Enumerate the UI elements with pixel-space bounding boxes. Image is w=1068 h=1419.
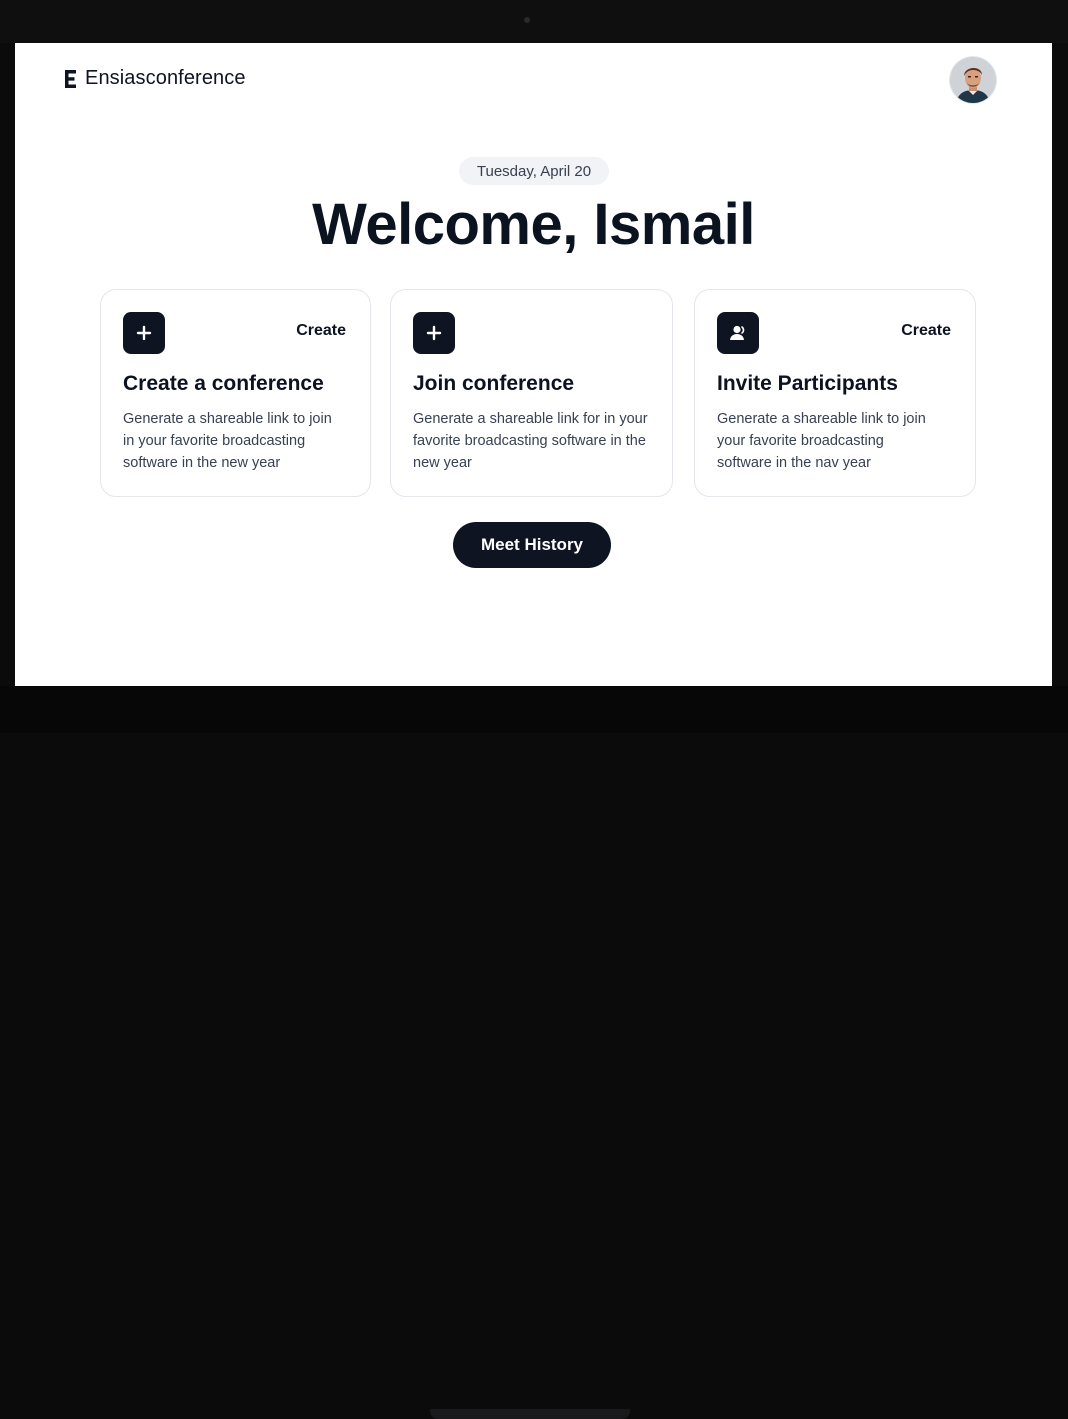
card-title: Create a conference — [123, 372, 324, 395]
card-title: Join conference — [413, 372, 575, 395]
create-conference-action[interactable]: Create — [296, 322, 346, 340]
card-title: Invite Participants — [717, 372, 898, 395]
card-invite-participants[interactable]: Create Invite Participants Generate a sh… — [694, 289, 976, 497]
app-screen: Ensiasconference Tuesday, April 20 Welco… — [15, 43, 1052, 686]
page-title: Welcome, Ismail — [312, 192, 755, 257]
avatar-photo-icon — [950, 57, 996, 103]
user-avatar[interactable] — [950, 57, 996, 103]
date-badge: Tuesday, April 20 — [459, 157, 609, 185]
plus-icon[interactable] — [123, 312, 165, 354]
plus-icon[interactable] — [413, 312, 455, 354]
laptop-bezel-bottom — [0, 686, 1068, 1419]
app-logo[interactable]: Ensiasconference — [63, 67, 246, 90]
user-add-icon[interactable] — [717, 312, 759, 354]
card-description: Generate a shareable link to join your f… — [717, 411, 926, 471]
card-description: Generate a shareable link for in your fa… — [413, 411, 648, 471]
laptop-bezel-top — [0, 0, 1068, 43]
card-description: Generate a shareable link to join in you… — [123, 411, 332, 471]
meet-history-button[interactable]: Meet History — [453, 522, 611, 568]
camera-dot — [524, 17, 530, 23]
app-name: Ensiasconference — [85, 67, 246, 89]
logo-icon — [65, 69, 76, 88]
invite-participants-action[interactable]: Create — [901, 322, 951, 340]
laptop-hinge — [430, 1409, 630, 1419]
card-create-conference[interactable]: Create Create a conference Generate a sh… — [100, 289, 371, 497]
card-join-conference[interactable]: Join conference Generate a shareable lin… — [390, 289, 673, 497]
